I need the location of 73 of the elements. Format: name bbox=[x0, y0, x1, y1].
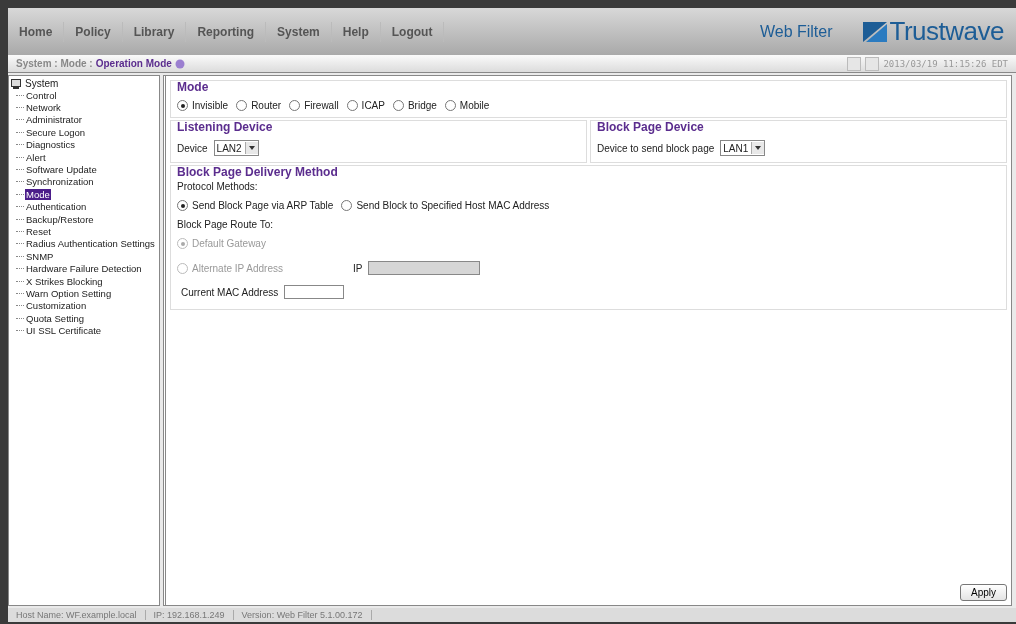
field-label: Device to send block page bbox=[597, 142, 715, 154]
tree-item[interactable]: Radius Authentication Settings bbox=[25, 238, 156, 250]
caret-icon bbox=[755, 146, 762, 150]
status-item: Host Name: WF.example.local bbox=[8, 610, 146, 620]
status-item: IP: 192.168.1.249 bbox=[145, 610, 234, 620]
radio-label: ICAP bbox=[361, 100, 385, 111]
radio-button[interactable] bbox=[289, 100, 301, 111]
tree-item[interactable]: X Strikes Blocking bbox=[25, 275, 104, 287]
tree-item[interactable]: Reset bbox=[25, 226, 52, 237]
field-label: Protocol Methods: bbox=[177, 181, 259, 192]
tree-item[interactable]: Mode bbox=[25, 188, 51, 200]
radio-label: Router bbox=[251, 100, 282, 111]
section-title: Mode bbox=[177, 80, 210, 94]
tree-root[interactable]: System bbox=[25, 78, 59, 89]
radio-button[interactable] bbox=[177, 200, 188, 211]
tree-item[interactable]: Customization bbox=[25, 300, 88, 312]
tree-item[interactable]: UI SSL Certificate bbox=[25, 325, 103, 337]
section-title: Listening Device bbox=[177, 120, 274, 134]
section-title: Block Page Delivery Method bbox=[177, 165, 339, 179]
tree-item[interactable]: Diagnostics bbox=[25, 139, 77, 151]
tree-item[interactable]: Control bbox=[25, 89, 58, 101]
nav-link[interactable]: System bbox=[266, 21, 332, 42]
tree-item[interactable]: Warn Option Setting bbox=[25, 287, 113, 299]
device-dropdown[interactable]: LAN1 bbox=[720, 140, 766, 156]
tree-item[interactable]: Backup/Restore bbox=[25, 213, 95, 225]
timestamp: 2013/03/19 11:15:26 EDT bbox=[883, 58, 1008, 69]
radio-button[interactable] bbox=[444, 100, 456, 111]
breadcrumb-path: System : Mode : bbox=[16, 58, 93, 69]
nav-link[interactable]: Help bbox=[331, 21, 381, 42]
radio-label: Alternate IP Address bbox=[192, 262, 283, 274]
radio-label: Mobile bbox=[459, 100, 490, 111]
help-icon[interactable] bbox=[174, 58, 185, 69]
nav-link[interactable]: Reporting bbox=[186, 21, 267, 42]
radio-button[interactable] bbox=[341, 200, 353, 211]
section-title: Block Page Device bbox=[597, 120, 705, 134]
field-label: IP bbox=[353, 262, 363, 274]
logo-icon bbox=[862, 21, 887, 42]
nav-link[interactable]: Home bbox=[8, 21, 65, 42]
tree-item[interactable]: Authentication bbox=[25, 201, 88, 213]
tree-item[interactable]: Network bbox=[25, 102, 62, 114]
caret-icon bbox=[248, 146, 255, 150]
mac-address-field[interactable] bbox=[284, 285, 345, 299]
nav-link[interactable]: Logout bbox=[380, 21, 445, 42]
radio-label: Send Block Page via ARP Table bbox=[192, 200, 334, 211]
tree-item[interactable]: Quota Setting bbox=[25, 312, 86, 324]
tree-item[interactable]: Software Update bbox=[25, 164, 98, 176]
radio-label: Invisible bbox=[192, 100, 229, 111]
apply-button[interactable]: Apply bbox=[960, 584, 1007, 601]
device-dropdown[interactable]: LAN2 bbox=[213, 140, 259, 156]
tree-item[interactable]: Alert bbox=[25, 151, 47, 163]
brand-name: Trustwave bbox=[889, 16, 1004, 47]
radio-button[interactable] bbox=[177, 100, 188, 111]
radio-button[interactable] bbox=[346, 100, 358, 111]
tree-item[interactable]: Hardware Failure Detection bbox=[25, 263, 143, 275]
radio-label: Send Block to Specified Host MAC Address bbox=[356, 200, 550, 211]
status-item: Version: Web Filter 5.1.00.172 bbox=[233, 610, 372, 620]
radio-label: Default Gateway bbox=[192, 238, 266, 249]
breadcrumb-current: Operation Mode bbox=[95, 58, 172, 69]
radio-button[interactable] bbox=[236, 100, 248, 111]
radio-label: Bridge bbox=[407, 100, 437, 111]
field-label: Block Page Route To: bbox=[177, 219, 274, 230]
tree-item[interactable]: Administrator bbox=[25, 114, 83, 126]
computer-icon bbox=[11, 78, 21, 89]
field-label: Current MAC Address bbox=[181, 286, 279, 298]
field-label: Device bbox=[177, 142, 208, 154]
radio-button[interactable] bbox=[392, 100, 404, 111]
tree-item[interactable]: Secure Logon bbox=[25, 126, 87, 138]
nav-link[interactable]: Policy bbox=[64, 21, 123, 42]
product-name: Web Filter bbox=[759, 22, 833, 41]
tree-item[interactable]: Synchronization bbox=[25, 176, 95, 188]
radio-label: Firewall bbox=[304, 100, 339, 111]
nav-link[interactable]: Library bbox=[122, 21, 187, 42]
tree-item[interactable]: SNMP bbox=[25, 250, 55, 262]
